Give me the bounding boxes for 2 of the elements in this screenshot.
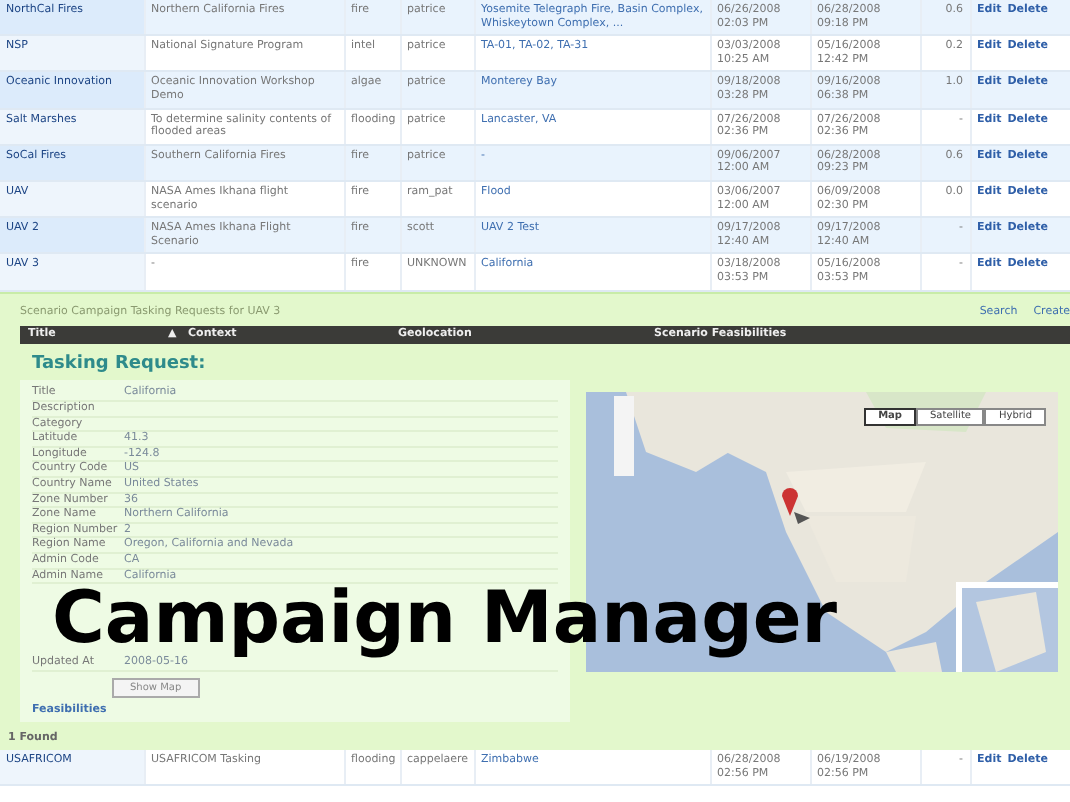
section-heading: Tasking Request: xyxy=(30,351,208,378)
caption-text: Campaign Manager xyxy=(52,584,838,657)
